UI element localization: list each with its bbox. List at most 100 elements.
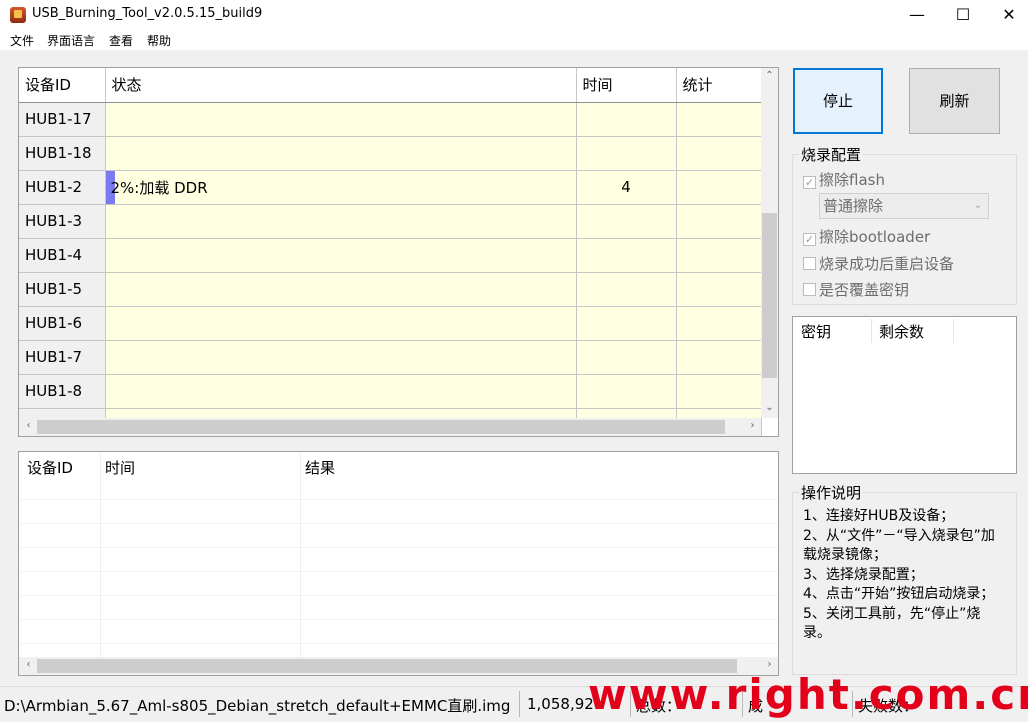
col-stats[interactable]: 统计 bbox=[676, 68, 762, 103]
col-device-id[interactable]: 设备ID bbox=[19, 68, 106, 103]
device-stats-cell bbox=[676, 272, 762, 307]
device-row[interactable]: HUB1-18 bbox=[19, 136, 762, 171]
device-status-cell bbox=[105, 306, 577, 341]
instruction-line: 2、从“文件”－“导入烧录包”加载烧录镜像； bbox=[803, 527, 995, 564]
device-status-text: 2%:加载 DDR bbox=[110, 178, 208, 197]
log-row-line bbox=[20, 499, 777, 500]
menu-view[interactable]: 查看 bbox=[109, 32, 133, 49]
device-time-cell bbox=[576, 238, 677, 273]
erase-flash-label: 擦除flash bbox=[819, 171, 885, 189]
device-stats-cell bbox=[676, 204, 762, 239]
overwrite-key-checkbox[interactable]: 是否覆盖密钥 bbox=[803, 279, 909, 300]
device-id-cell: HUB1-8 bbox=[19, 374, 106, 409]
device-status-cell bbox=[105, 102, 577, 137]
scroll-left-icon[interactable]: ‹ bbox=[21, 420, 36, 431]
log-col-time[interactable]: 时间 bbox=[105, 457, 135, 478]
device-id-cell: HUB1-3 bbox=[19, 204, 106, 239]
reboot-after-checkbox[interactable]: 烧录成功后重启设备 bbox=[803, 253, 954, 274]
device-table-body: HUB1-17 HUB1-18 HUB1-2 2%:加载 DDR 4 HUB1-3 HUB1… bbox=[19, 102, 762, 436]
device-id-cell: HUB1-2 bbox=[19, 170, 106, 205]
instruction-line: 1、连接好HUB及设备； bbox=[803, 508, 955, 524]
grid-vertical-scroll-thumb[interactable] bbox=[762, 213, 777, 378]
refresh-button[interactable]: 刷新 bbox=[909, 68, 1000, 134]
menu-help[interactable]: 帮助 bbox=[147, 32, 171, 49]
col-time[interactable]: 时间 bbox=[576, 68, 677, 103]
device-status-cell: 2%:加载 DDR bbox=[105, 170, 577, 205]
log-col-device-id[interactable]: 设备ID bbox=[27, 457, 73, 478]
device-table-header: 设备ID 状态 时间 统计 bbox=[19, 68, 762, 103]
device-row[interactable]: HUB1-17 bbox=[19, 102, 762, 137]
device-time-cell bbox=[576, 340, 677, 375]
instruction-line: 4、点击“开始”按钮启动烧录； bbox=[803, 586, 995, 602]
watermark-logo: www.right.com.cn bbox=[588, 670, 1028, 719]
device-stats-cell bbox=[676, 136, 762, 171]
device-time-cell bbox=[576, 374, 677, 409]
device-table: 设备ID 状态 时间 统计 HUB1-17 HUB1-18 HUB1-2 2%:加载 … bbox=[19, 68, 762, 436]
checkmark-icon: ✓ bbox=[803, 176, 816, 189]
scroll-down-icon[interactable]: ⌄ bbox=[762, 402, 777, 413]
log-row-line bbox=[20, 643, 777, 644]
device-row[interactable]: HUB1-3 bbox=[19, 204, 762, 239]
device-id-cell: HUB1-7 bbox=[19, 340, 106, 375]
device-status-cell bbox=[105, 272, 577, 307]
device-time-cell bbox=[576, 306, 677, 341]
device-status-cell bbox=[105, 136, 577, 171]
grid-horizontal-scroll-thumb[interactable] bbox=[37, 420, 725, 434]
device-row[interactable]: HUB1-2 2%:加载 DDR 4 bbox=[19, 170, 762, 205]
erase-bootloader-checkbox[interactable]: ✓ 擦除bootloader bbox=[803, 226, 930, 247]
grid-vertical-scrollbar[interactable]: ⌃ ⌄ bbox=[761, 68, 778, 418]
menu-bar: 文件 界面语言 查看 帮助 bbox=[0, 30, 1028, 50]
scroll-up-icon[interactable]: ⌃ bbox=[762, 70, 777, 81]
device-row[interactable]: HUB1-4 bbox=[19, 238, 762, 273]
device-row[interactable]: HUB1-6 bbox=[19, 306, 762, 341]
device-time-cell bbox=[576, 102, 677, 137]
overwrite-key-label: 是否覆盖密钥 bbox=[819, 281, 910, 299]
result-log: 设备ID 时间 结果 ‹ › bbox=[18, 451, 779, 676]
device-status-cell bbox=[105, 204, 577, 239]
chevron-down-icon: ⌄ bbox=[973, 200, 982, 211]
burn-config-title: 烧录配置 bbox=[799, 144, 864, 165]
device-time-cell bbox=[576, 204, 677, 239]
grid-horizontal-scrollbar[interactable]: ‹ › bbox=[19, 418, 761, 436]
title-bar: USB_Burning_Tool_v2.0.5.15_build9 — ☐ ✕ bbox=[0, 0, 1028, 30]
key-col-key[interactable]: 密钥 bbox=[801, 321, 831, 342]
device-stats-cell bbox=[676, 170, 762, 205]
log-divider bbox=[100, 452, 101, 658]
instruction-line: 5、关闭工具前，先“停止”烧录。 bbox=[803, 605, 981, 642]
menu-file[interactable]: 文件 bbox=[10, 32, 34, 49]
log-row-line bbox=[20, 571, 777, 572]
log-row-line bbox=[20, 523, 777, 524]
scroll-left-icon[interactable]: ‹ bbox=[21, 659, 36, 670]
close-button[interactable]: ✕ bbox=[986, 0, 1028, 30]
log-divider bbox=[300, 452, 301, 658]
checkmark-icon: ✓ bbox=[803, 233, 816, 246]
instructions-title: 操作说明 bbox=[799, 482, 864, 503]
log-row-line bbox=[20, 547, 777, 548]
device-stats-cell bbox=[676, 374, 762, 409]
device-row[interactable]: HUB1-5 bbox=[19, 272, 762, 307]
scroll-right-icon[interactable]: › bbox=[745, 420, 760, 431]
minimize-button[interactable]: — bbox=[894, 0, 940, 30]
device-id-cell: HUB1-4 bbox=[19, 238, 106, 273]
menu-language[interactable]: 界面语言 bbox=[47, 32, 95, 49]
device-stats-cell bbox=[676, 340, 762, 375]
device-id-cell: HUB1-5 bbox=[19, 272, 106, 307]
device-time-cell bbox=[576, 136, 677, 171]
col-status[interactable]: 状态 bbox=[105, 68, 577, 103]
device-row[interactable]: HUB1-8 bbox=[19, 374, 762, 409]
scroll-right-icon[interactable]: › bbox=[762, 659, 777, 670]
device-row[interactable]: HUB1-7 bbox=[19, 340, 762, 375]
device-status-cell bbox=[105, 340, 577, 375]
log-col-result[interactable]: 结果 bbox=[305, 457, 335, 478]
device-stats-cell bbox=[676, 102, 762, 137]
reboot-after-label: 烧录成功后重启设备 bbox=[819, 255, 955, 273]
window-title: USB_Burning_Tool_v2.0.5.15_build9 bbox=[32, 6, 263, 21]
checkbox-empty-icon bbox=[803, 283, 816, 296]
status-image-size: 1,058,92 bbox=[527, 695, 594, 713]
stop-button[interactable]: 停止 bbox=[793, 68, 883, 134]
key-col-remaining[interactable]: 剩余数 bbox=[879, 321, 924, 342]
erase-flash-checkbox[interactable]: ✓ 擦除flash bbox=[803, 169, 885, 190]
device-stats-cell bbox=[676, 306, 762, 341]
maximize-button[interactable]: ☐ bbox=[940, 0, 986, 30]
erase-mode-select[interactable]: 普通擦除 ⌄ bbox=[819, 193, 989, 219]
